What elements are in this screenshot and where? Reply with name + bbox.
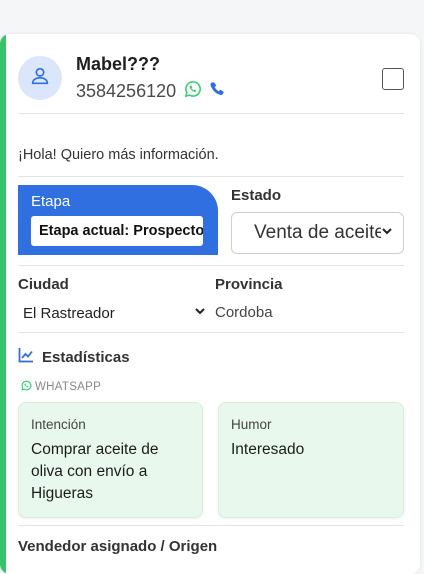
mood-value: Interesado — [231, 441, 305, 458]
city-select[interactable]: El Rastreador — [18, 302, 206, 324]
contact-name: Mabel??? — [76, 54, 160, 74]
chevron-down-icon — [194, 304, 206, 322]
phone-row: 3584256120 — [76, 80, 226, 103]
chart-line-icon — [18, 347, 34, 367]
whatsapp-icon — [21, 380, 32, 394]
city-select-value: El Rastreador — [23, 304, 115, 322]
city-label: Ciudad — [18, 276, 69, 293]
province-value: Cordoba — [215, 304, 273, 321]
stage-panel: Etapa Etapa actual: Prospecto — [18, 185, 218, 255]
chevron-down-icon — [381, 224, 393, 242]
card-status-accent — [0, 34, 6, 574]
user-icon — [29, 65, 51, 92]
current-stage-button[interactable]: Etapa actual: Prospecto — [31, 216, 203, 246]
divider — [18, 332, 404, 333]
stage-title: Etapa — [31, 193, 71, 210]
divider — [18, 113, 404, 114]
contact-avatar — [18, 56, 62, 100]
source-tag: WHATSAPP — [21, 380, 101, 394]
mood-label: Humor — [231, 417, 272, 432]
divider — [18, 265, 404, 266]
mood-card: Humor Interesado — [218, 402, 404, 518]
source-label: WHATSAPP — [35, 381, 102, 393]
intent-value: Comprar aceite de oliva con envío a Higu… — [31, 441, 159, 502]
divider — [18, 525, 404, 526]
province-label: Provincia — [215, 276, 283, 293]
phone-number: 3584256120 — [76, 81, 177, 101]
phone-icon[interactable] — [208, 80, 226, 103]
stats-title: Estadísticas — [42, 348, 130, 366]
status-select[interactable]: Venta de aceite — [231, 212, 404, 254]
stats-header: Estadísticas — [18, 347, 130, 367]
intent-label: Intención — [31, 417, 86, 432]
intent-card: Intención Comprar aceite de oliva con en… — [18, 402, 203, 518]
status-select-value: Venta de aceite — [254, 222, 381, 243]
divider — [18, 176, 404, 177]
seller-label: Vendedor asignado / Origen — [18, 538, 218, 555]
select-contact-checkbox[interactable] — [382, 68, 404, 90]
status-label: Estado — [231, 187, 282, 204]
contact-card: Mabel??? 3584256120 ¡Hola! Quiero más in… — [0, 34, 420, 574]
whatsapp-icon[interactable] — [184, 80, 202, 103]
last-message: ¡Hola! Quiero más información. — [18, 147, 219, 163]
